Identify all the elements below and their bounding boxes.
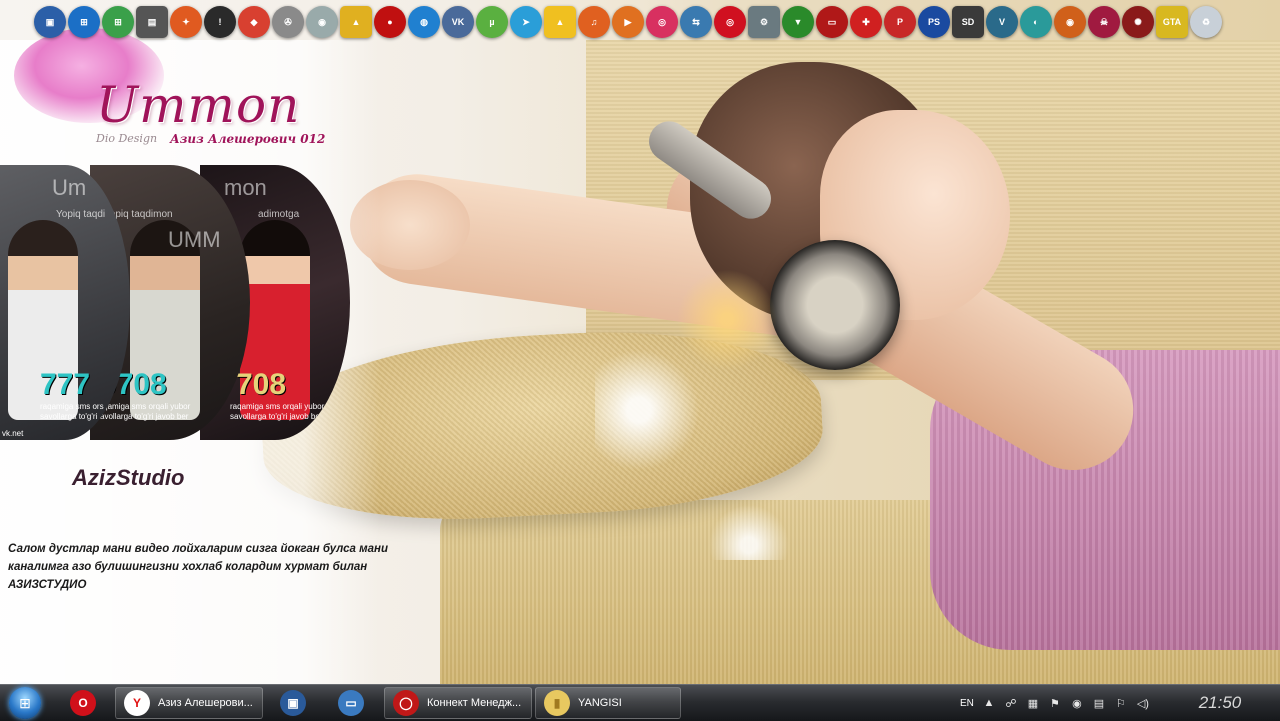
card-brand: UMM — [168, 227, 221, 252]
task-connect-manager-icon: ◯ — [393, 690, 419, 716]
dock-sleeping-dogs-icon[interactable]: SD — [952, 6, 984, 38]
dock-utorrent-icon[interactable]: µ — [476, 6, 508, 38]
card-text: raqamiga sms orqali yubor savollarga to'g… — [96, 402, 191, 421]
task-yandex-browser[interactable]: Y Азиз Алешерови... — [115, 687, 263, 719]
task-label: Коннект Менедж... — [427, 697, 522, 709]
dock-vk-music-icon[interactable]: VK — [442, 6, 474, 38]
studio-name: AzizStudio — [72, 465, 185, 490]
card-caption: adimotga — [258, 209, 300, 220]
dock-usb-icon[interactable]: ⇆ — [680, 6, 712, 38]
task-label: Азиз Алешерови... — [158, 697, 253, 709]
dock-cross-icon[interactable]: ✚ — [850, 6, 882, 38]
dock-film-icon[interactable]: ▤ — [136, 6, 168, 38]
card-number: 777 — [40, 368, 91, 401]
dock-target-icon[interactable]: ◎ — [714, 6, 746, 38]
card-brand: mon — [224, 175, 267, 200]
collage-watermark: vk.net — [2, 429, 24, 438]
tray-icon-6[interactable]: ⚐ — [1114, 696, 1128, 710]
dock-disc-icon[interactable]: ◐ — [1020, 6, 1052, 38]
logo-subtitle: Dio Design — [96, 132, 158, 145]
ummon-logo: Ummon Dio Design Азиз Алешерович 012 — [14, 28, 334, 153]
card-caption: Yopiq taqdi — [56, 209, 106, 220]
language-indicator[interactable]: EN — [960, 698, 974, 709]
dock-tool-icon[interactable]: ⚙ — [748, 6, 780, 38]
card-number: 708 — [236, 368, 287, 401]
tray-icon-3[interactable]: ⚑ — [1048, 696, 1062, 710]
dock-record-icon[interactable]: ● — [374, 6, 406, 38]
photo-collage: mon adimotga 708 raqamiga sms orqali yub… — [0, 165, 350, 440]
dock-film-reel-icon[interactable]: ✇ — [272, 6, 304, 38]
network-pinned-icon: ▣ — [280, 690, 306, 716]
desktop-pinned-button[interactable]: ▭ — [326, 687, 376, 719]
taskbar: ⊞ EN ▲ ☍ ▦ ⚑ ◉ ▤ ⚐ ◁) 21:50 O ▣ ▭ Y Азиз Алешерови.… — [0, 684, 1280, 721]
dock-download-icon[interactable]: ▼ — [782, 6, 814, 38]
logo-author: Азиз Алешерович 012 — [170, 132, 326, 146]
dock-game-icon[interactable]: ✺ — [1122, 6, 1154, 38]
dock-playstation-red-icon[interactable]: P — [884, 6, 916, 38]
task-connect-manager[interactable]: ◯ Коннект Менедж... — [384, 687, 532, 719]
tray-icon-4[interactable]: ◉ — [1070, 696, 1084, 710]
tray-icon-1[interactable]: ☍ — [1004, 696, 1018, 710]
card-text: raqamiga sms ors savollarga to'g'ri — [40, 402, 104, 421]
dock-music-icon[interactable]: ♫ — [578, 6, 610, 38]
desktop-pinned-icon: ▭ — [338, 690, 364, 716]
dock-paint-icon[interactable]: ◆ — [238, 6, 270, 38]
collage-card-1: Um Yopiq taqdi 777 raqamiga sms ors savol… — [0, 165, 130, 440]
windows-orb-icon[interactable]: ⊞ — [9, 687, 41, 719]
opera-pinned-button[interactable]: O — [58, 687, 108, 719]
dock-gta-icon[interactable]: GTA — [1156, 6, 1188, 38]
dock-skull-icon[interactable]: ☠ — [1088, 6, 1120, 38]
card-brand: Um — [52, 175, 87, 200]
clock[interactable]: 21:50 — [1180, 687, 1260, 719]
opera-pinned-icon: O — [70, 690, 96, 716]
task-yandex-browser-icon: Y — [124, 690, 150, 716]
wallpaper-headphone — [770, 240, 900, 370]
tray-icon-7[interactable]: ◁) — [1136, 696, 1150, 710]
desktop[interactable]: Ummon Dio Design Азиз Алешерович 012 mon… — [0, 0, 1280, 684]
dock-mortal-kombat-icon[interactable]: ◉ — [1054, 6, 1086, 38]
dock-v-icon[interactable]: V — [986, 6, 1018, 38]
card-text: raqamiga sms orqali yubor savollarga to'g… — [230, 402, 325, 421]
dock-aimp-icon[interactable]: ▲ — [544, 6, 576, 38]
dock-triangle-icon[interactable]: ▲ — [340, 6, 372, 38]
greeting-text: Салом дустлар мани видео лойхаларим сизг… — [8, 543, 388, 591]
dock-globe-icon[interactable]: ◍ — [408, 6, 440, 38]
dock-monitor-icon[interactable]: ▣ — [34, 6, 66, 38]
dock-instagram-icon[interactable]: ◎ — [646, 6, 678, 38]
task-folder-yangisi-icon: ▮ — [544, 690, 570, 716]
tray-icon-2[interactable]: ▦ — [1026, 696, 1040, 710]
dock-firewall-icon[interactable]: ✦ — [170, 6, 202, 38]
logo-title: Ummon — [96, 76, 301, 134]
system-tray: EN ▲ ☍ ▦ ⚑ ◉ ▤ ⚐ ◁) — [960, 685, 1150, 721]
dock-recycle-bin-icon[interactable]: ♻ — [1190, 6, 1222, 38]
dock-exclamation-icon[interactable]: ! — [204, 6, 236, 38]
dock-playstation-icon[interactable]: PS — [918, 6, 950, 38]
tray-icon-5[interactable]: ▤ — [1092, 696, 1106, 710]
dock-windows-flag-icon[interactable]: ⊞ — [102, 6, 134, 38]
dock-media-player-icon[interactable]: ▶ — [612, 6, 644, 38]
network-pinned-button[interactable]: ▣ — [268, 687, 318, 719]
top-dock: ▣ ⊞ ⊞ ▤ ✦! ◆ ✇ ◉ ▲ ● ◍ VK µ ➤ ▲ ♫ ▶ ◎ ⇆ ◎ ⚙ ▼ ▭ ✚ P PS SD V ◐ ◉ ☠ ✺ GTA ♻ — [34, 2, 1250, 42]
task-label: YANGISI — [578, 697, 622, 709]
dock-windows-icon[interactable]: ⊞ — [68, 6, 100, 38]
start-button[interactable]: ⊞ — [4, 685, 46, 721]
tray-icon-0[interactable]: ▲ — [982, 696, 996, 710]
dock-tv-icon[interactable]: ▭ — [816, 6, 848, 38]
dock-camera-icon[interactable]: ◉ — [306, 6, 338, 38]
dock-telegram-icon[interactable]: ➤ — [510, 6, 542, 38]
task-folder-yangisi[interactable]: ▮ YANGISI — [535, 687, 681, 719]
